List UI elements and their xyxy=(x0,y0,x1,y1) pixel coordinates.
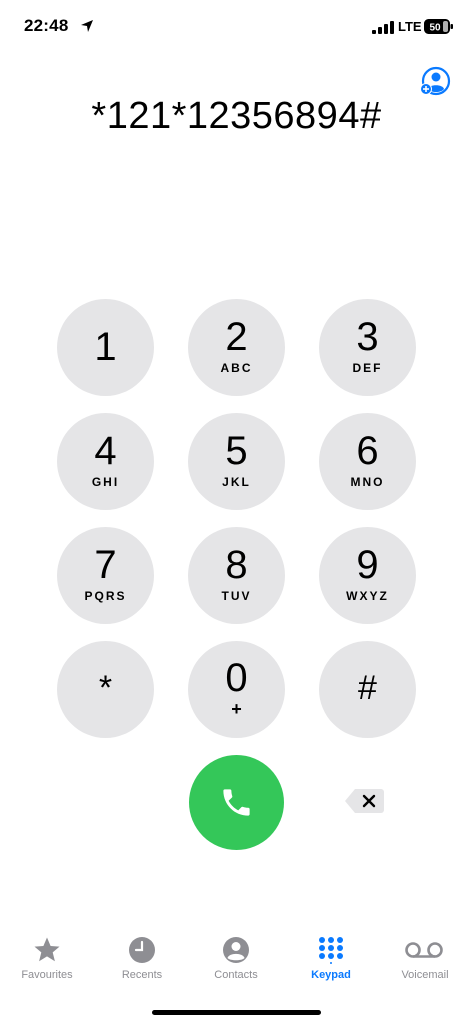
home-indicator xyxy=(152,1010,321,1015)
key-letters: WXYZ xyxy=(346,589,389,603)
tab-label: Recents xyxy=(121,969,163,981)
key-letters: ABC xyxy=(220,361,253,375)
key-0[interactable]: 0 + xyxy=(188,641,285,738)
phone-icon xyxy=(223,789,250,816)
key-letters: JKL xyxy=(222,475,251,489)
person-circle-icon xyxy=(223,937,249,963)
battery-icon: 50 xyxy=(424,19,453,34)
tab-contacts[interactable]: Contacts xyxy=(189,928,283,992)
key-star[interactable]: * xyxy=(57,641,154,738)
delete-backspace-icon[interactable] xyxy=(343,786,385,816)
key-6[interactable]: 6 MNO xyxy=(319,413,416,510)
key-digit: 5 xyxy=(225,429,248,473)
tab-label: Contacts xyxy=(214,969,258,981)
tab-voicemail[interactable]: Voicemail xyxy=(378,928,472,992)
cellular-signal-icon xyxy=(372,21,394,34)
voicemail-icon xyxy=(405,942,443,958)
key-letters: DEF xyxy=(352,361,383,375)
location-arrow-icon xyxy=(81,20,93,32)
key-letters: MNO xyxy=(350,475,385,489)
tab-label: Voicemail xyxy=(401,969,449,981)
tab-keypad[interactable]: Keypad xyxy=(284,928,378,992)
key-letters: PQRS xyxy=(84,589,127,603)
key-digit: 9 xyxy=(356,543,379,587)
star-icon xyxy=(34,937,60,962)
key-digit: 8 xyxy=(225,543,248,587)
keypad-grid-icon xyxy=(319,937,343,964)
network-type: LTE xyxy=(398,19,422,34)
key-3[interactable]: 3 DEF xyxy=(319,299,416,396)
key-digit: 3 xyxy=(356,315,379,359)
key-digit: 2 xyxy=(225,315,248,359)
key-digit: 7 xyxy=(94,543,117,587)
key-digit: 0 xyxy=(225,656,248,700)
tab-favourites[interactable]: Favourites xyxy=(0,928,94,992)
add-contact-icon[interactable] xyxy=(419,66,451,98)
tab-recents[interactable]: Recents xyxy=(95,928,189,992)
dialed-number: *121*12356894# xyxy=(91,95,382,137)
key-digit: 6 xyxy=(356,429,379,473)
clock-icon xyxy=(129,937,155,963)
key-letters: TUV xyxy=(221,589,252,603)
key-1[interactable]: 1 xyxy=(57,299,154,396)
key-hash[interactable]: # xyxy=(319,641,416,738)
tab-label: Favourites xyxy=(21,969,73,981)
key-5[interactable]: 5 JKL xyxy=(188,413,285,510)
key-digit: # xyxy=(358,669,377,707)
key-4[interactable]: 4 GHI xyxy=(57,413,154,510)
key-8[interactable]: 8 TUV xyxy=(188,527,285,624)
call-button[interactable] xyxy=(189,755,284,850)
key-9[interactable]: 9 WXYZ xyxy=(319,527,416,624)
key-letters: GHI xyxy=(91,475,120,489)
status-time: 22:48 xyxy=(24,16,69,35)
key-digit: 4 xyxy=(94,429,117,473)
key-letters: + xyxy=(231,699,242,719)
battery-level: 50 xyxy=(429,23,441,34)
key-7[interactable]: 7 PQRS xyxy=(57,527,154,624)
key-2[interactable]: 2 ABC xyxy=(188,299,285,396)
tab-label: Keypad xyxy=(311,969,351,981)
key-digit: * xyxy=(98,669,113,707)
key-digit: 1 xyxy=(94,325,117,369)
status-bar: 22:48 LTE 50 xyxy=(0,0,473,58)
